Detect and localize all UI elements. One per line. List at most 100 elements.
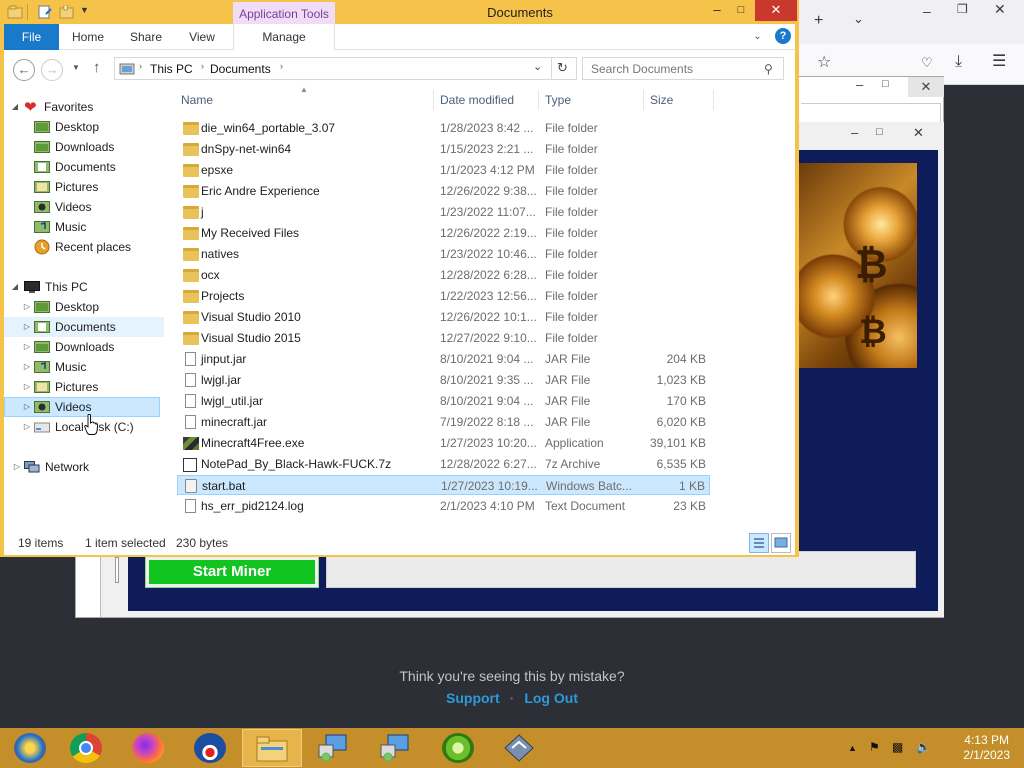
- nav-this-pc[interactable]: ◢ This PC: [4, 277, 164, 297]
- file-row[interactable]: ocx 12/28/2022 6:28... File folder: [177, 265, 710, 285]
- recent-locations-icon[interactable]: ▼: [72, 63, 80, 72]
- nav-network[interactable]: ▷ Network: [4, 457, 164, 477]
- back-icon[interactable]: ←: [13, 59, 35, 81]
- search-icon[interactable]: ⚲: [764, 62, 773, 76]
- nav-fav-videos[interactable]: Videos: [4, 197, 164, 217]
- restore-icon[interactable]: ❐: [957, 3, 968, 15]
- nav-fav-desktop[interactable]: Desktop: [4, 117, 164, 137]
- nav-fav-recent-places[interactable]: Recent places: [4, 237, 164, 257]
- miner-address-bar[interactable]: [801, 103, 941, 123]
- explorer-app-icon[interactable]: [7, 5, 23, 19]
- file-row[interactable]: epsxe 1/1/2023 4:12 PM File folder: [177, 160, 710, 180]
- tab-home[interactable]: Home: [68, 24, 108, 50]
- tab-file[interactable]: File: [4, 24, 59, 50]
- file-row[interactable]: lwjgl.jar 8/10/2021 9:35 ... JAR File 1,023…: [177, 370, 710, 390]
- tab-manage[interactable]: Manage: [233, 24, 335, 50]
- new-folder-icon[interactable]: [59, 5, 75, 19]
- file-row[interactable]: Visual Studio 2010 12/26/2022 10:1... File…: [177, 307, 710, 327]
- taskbar-item-green-app[interactable]: [428, 729, 488, 767]
- file-row[interactable]: Eric Andre Experience 12/26/2022 9:38... F…: [177, 181, 710, 201]
- expand-icon[interactable]: ▷: [22, 297, 32, 317]
- file-row[interactable]: Minecraft4Free.exe 1/27/2023 10:20... Appl…: [177, 433, 710, 453]
- nav-pc-music[interactable]: ▷ Music: [4, 357, 164, 377]
- taskbar-item-ie[interactable]: [0, 729, 60, 767]
- properties-icon[interactable]: [37, 5, 53, 19]
- tab-view[interactable]: View: [184, 24, 220, 50]
- taskbar-item-obama[interactable]: [180, 729, 240, 767]
- column-size[interactable]: Size: [650, 90, 673, 110]
- nav-pc-downloads[interactable]: ▷ Downloads: [4, 337, 164, 357]
- maximize-icon[interactable]: □: [730, 0, 752, 21]
- nav-fav-documents[interactable]: Documents: [4, 157, 164, 177]
- nav-pc-documents[interactable]: ▷ Documents: [4, 317, 164, 337]
- nav-favorites[interactable]: ◢ ❤ Favorites: [4, 97, 164, 117]
- help-icon[interactable]: ?: [775, 28, 791, 44]
- expand-icon[interactable]: ▷: [22, 337, 32, 357]
- collapse-icon[interactable]: ◢: [10, 277, 20, 297]
- forward-icon[interactable]: →: [41, 59, 63, 81]
- pocket-icon[interactable]: ♡: [921, 56, 933, 69]
- search-input[interactable]: Search Documents: [582, 57, 784, 80]
- file-row[interactable]: Visual Studio 2015 12/27/2022 9:10... File…: [177, 328, 710, 348]
- file-row[interactable]: My Received Files 12/26/2022 2:19... File …: [177, 223, 710, 243]
- taskbar-item-chrome[interactable]: [56, 729, 116, 767]
- breadcrumb-documents[interactable]: Documents: [210, 62, 271, 76]
- nav-pc-desktop[interactable]: ▷ Desktop: [4, 297, 164, 317]
- nav-fav-pictures[interactable]: Pictures: [4, 177, 164, 197]
- file-row[interactable]: jinput.jar 8/10/2021 9:04 ... JAR File 204 …: [177, 349, 710, 369]
- address-dropdown-icon[interactable]: ⌄: [533, 60, 542, 73]
- file-row[interactable]: NotePad_By_Black-Hawk-FUCK.7z 12/28/2022 …: [177, 454, 710, 474]
- file-row[interactable]: die_win64_portable_3.07 1/28/2023 8:42 ..…: [177, 118, 710, 138]
- network-status-icon[interactable]: ▩: [892, 740, 903, 754]
- large-icons-view-icon[interactable]: [771, 533, 791, 553]
- file-row[interactable]: natives 1/23/2022 10:46... File folder: [177, 244, 710, 264]
- customize-toolbar-icon[interactable]: ▼: [80, 5, 89, 15]
- clock[interactable]: 4:13 PM 2/1/2023: [963, 733, 1010, 763]
- expand-icon[interactable]: ▷: [12, 457, 22, 477]
- close-icon[interactable]: ✕: [994, 2, 1006, 16]
- taskbar-item-tool[interactable]: [490, 729, 550, 767]
- close-icon[interactable]: ✕: [913, 126, 924, 139]
- file-row[interactable]: minecraft.jar 7/19/2022 8:18 ... JAR File 6…: [177, 412, 710, 432]
- column-divider[interactable]: [713, 90, 714, 110]
- expand-icon[interactable]: ▷: [22, 417, 32, 437]
- minimize-icon[interactable]: –: [923, 4, 931, 18]
- address-bar[interactable]: › This PC › Documents › ⌄ ↻: [114, 57, 577, 80]
- close-icon[interactable]: ✕: [755, 0, 797, 21]
- new-tab-icon[interactable]: +: [814, 13, 823, 29]
- column-divider[interactable]: [433, 90, 434, 110]
- menu-icon[interactable]: ☰: [992, 54, 1006, 70]
- tab-share[interactable]: Share: [125, 24, 167, 50]
- maximize-icon[interactable]: □: [876, 127, 883, 138]
- file-row[interactable]: start.bat 1/27/2023 10:19... Windows Batc.…: [177, 475, 710, 495]
- column-name[interactable]: Name: [181, 90, 213, 110]
- expand-ribbon-icon[interactable]: ⌄: [753, 31, 761, 42]
- collapse-icon[interactable]: ◢: [10, 97, 20, 117]
- nav-pc-videos[interactable]: ▷ Videos: [4, 397, 160, 417]
- minimize-icon[interactable]: –: [706, 0, 728, 21]
- volume-icon[interactable]: 🔈: [916, 740, 931, 754]
- action-center-flag-icon[interactable]: ⚑: [869, 740, 880, 754]
- taskbar-item-vm-1[interactable]: [304, 729, 364, 767]
- column-divider[interactable]: [643, 90, 644, 110]
- maximize-icon[interactable]: □: [882, 79, 889, 90]
- file-row[interactable]: Projects 1/22/2023 12:56... File folder: [177, 286, 710, 306]
- taskbar-item-vm-2[interactable]: [366, 729, 426, 767]
- expand-icon[interactable]: ▷: [22, 317, 32, 337]
- details-view-icon[interactable]: [749, 533, 769, 553]
- file-row[interactable]: j 1/23/2022 11:07... File folder: [177, 202, 710, 222]
- taskbar-item-explorer[interactable]: [242, 729, 302, 767]
- downloads-icon[interactable]: ⤓: [955, 54, 962, 70]
- column-type[interactable]: Type: [545, 90, 571, 110]
- file-row[interactable]: dnSpy-net-win64 1/15/2023 2:21 ... File fo…: [177, 139, 710, 159]
- logout-link[interactable]: Log Out: [524, 690, 578, 706]
- nav-pc-pictures[interactable]: ▷ Pictures: [4, 377, 164, 397]
- expand-icon[interactable]: ▷: [22, 357, 32, 377]
- refresh-icon[interactable]: ↻: [557, 60, 568, 76]
- expand-icon[interactable]: ▷: [22, 377, 32, 397]
- bookmark-star-icon[interactable]: ☆: [817, 55, 831, 71]
- column-date[interactable]: Date modified: [440, 90, 514, 110]
- start-miner-button[interactable]: Start Miner: [145, 556, 319, 588]
- file-row[interactable]: hs_err_pid2124.log 2/1/2023 4:10 PM Text D…: [177, 496, 710, 516]
- file-row[interactable]: lwjgl_util.jar 8/10/2021 9:04 ... JAR File…: [177, 391, 710, 411]
